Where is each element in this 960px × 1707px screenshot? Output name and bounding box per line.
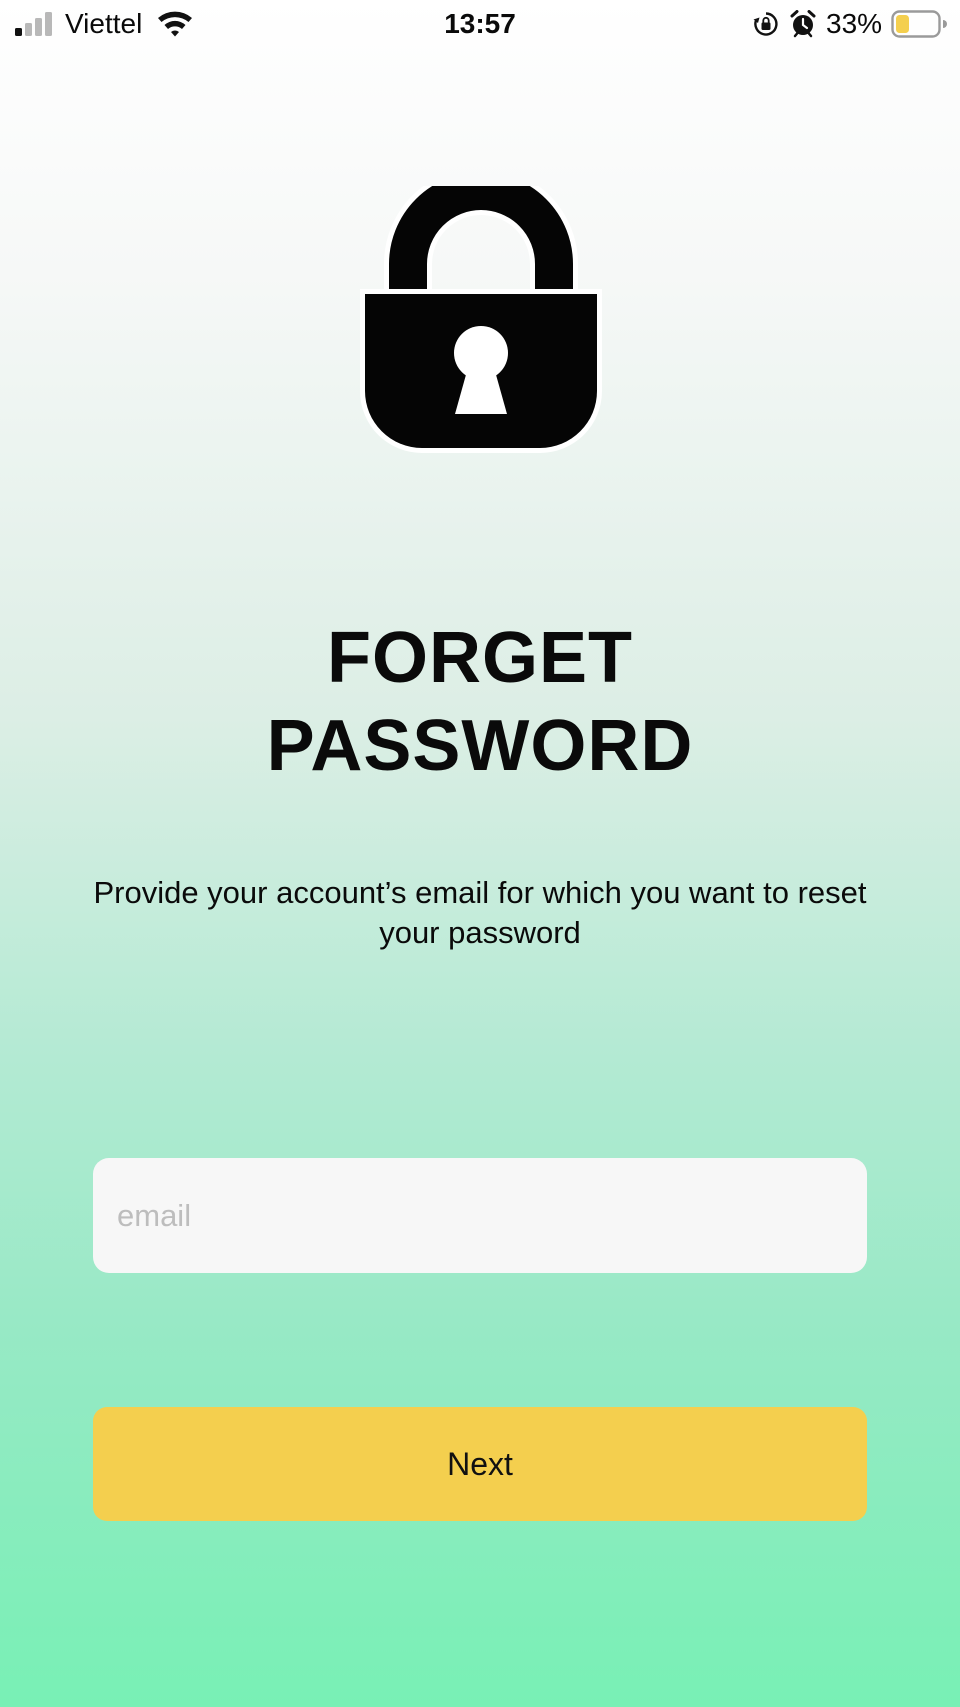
page-title: FORGET PASSWORD <box>180 614 780 790</box>
orientation-lock-icon <box>753 12 778 36</box>
status-bar: Viettel 13:57 33% <box>0 0 960 48</box>
wifi-icon <box>158 11 192 37</box>
title-line-password: PASSWORD <box>266 706 694 787</box>
email-input[interactable] <box>93 1158 867 1273</box>
clock: 13:57 <box>444 8 516 39</box>
forget-password-screen: Viettel 13:57 33% FORGET PASSWORD Provid… <box>0 0 960 1707</box>
next-button[interactable]: Next <box>93 1407 867 1521</box>
instructions-text: Provide your account’s email for which y… <box>93 875 867 950</box>
battery-icon <box>891 10 947 38</box>
title-line-forget: FORGET <box>327 618 633 699</box>
battery-percentage: 33% <box>826 8 883 39</box>
alarm-icon <box>790 10 816 38</box>
carrier-name: Viettel <box>65 8 143 39</box>
signal-icon <box>15 12 52 36</box>
padlock-icon <box>360 186 602 453</box>
